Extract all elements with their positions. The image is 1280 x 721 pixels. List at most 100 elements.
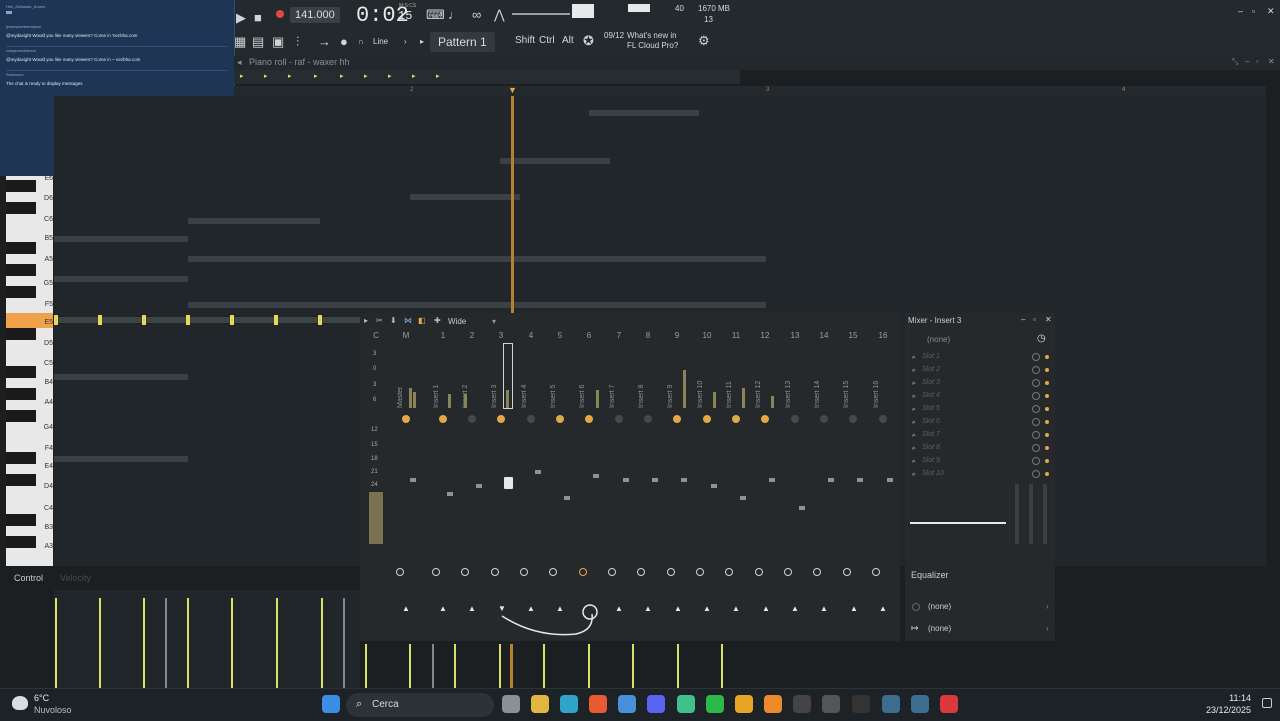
volume-fader[interactable] (799, 506, 805, 510)
strip-header[interactable]: 11 (729, 331, 743, 340)
fx-toggle[interactable] (872, 568, 880, 576)
note-ghost[interactable] (500, 158, 610, 164)
strip-name[interactable]: Insert 14 (814, 381, 821, 408)
effect-slot[interactable]: Slot 7 (922, 431, 940, 438)
strip-name[interactable]: Insert 3 (491, 385, 498, 408)
effect-slot[interactable]: Slot 2 (922, 366, 940, 373)
stop-button[interactable]: ■ (254, 10, 262, 25)
fx-toggle[interactable] (725, 568, 733, 576)
insert-close-icon[interactable]: ✕ (1045, 315, 1052, 324)
norton-icon[interactable] (735, 695, 753, 713)
fl-studio-icon[interactable] (764, 695, 782, 713)
arrow-icon[interactable]: → (318, 34, 331, 49)
fx-toggle[interactable] (784, 568, 792, 576)
strip-header[interactable]: 10 (700, 331, 714, 340)
fx-toggle[interactable] (432, 568, 440, 576)
slot-arrow-icon[interactable]: ▸ (912, 444, 916, 452)
effect-slot[interactable]: Slot 4 (922, 392, 940, 399)
strip-name[interactable]: Insert 5 (550, 385, 557, 408)
send-arrow-icon[interactable]: ▲ (850, 604, 858, 613)
note-ghost[interactable] (54, 236, 188, 242)
slot-enable-led[interactable] (1045, 394, 1049, 398)
slot-mix-knob[interactable] (1032, 392, 1040, 400)
volume-fader[interactable] (652, 478, 658, 482)
effect-slot[interactable]: Slot 9 (922, 457, 940, 464)
note-ghost[interactable] (54, 456, 188, 462)
restore-icon[interactable]: ▫ (1252, 6, 1255, 16)
slot-arrow-icon[interactable]: ▸ (912, 457, 916, 465)
velocity-bar[interactable] (165, 598, 167, 688)
strip-header[interactable]: 2 (465, 331, 479, 340)
channel-rack-icon[interactable]: ▤ (252, 34, 264, 50)
send-arrow-icon[interactable]: ▲ (732, 604, 740, 613)
velocity-bar[interactable] (343, 598, 345, 688)
slot-mix-knob[interactable] (1032, 470, 1040, 478)
strip-header[interactable]: 5 (553, 331, 567, 340)
strip-header[interactable]: 14 (817, 331, 831, 340)
slot-enable-led[interactable] (1045, 420, 1049, 424)
strip-header[interactable]: C (369, 331, 383, 340)
task-view-icon[interactable] (502, 695, 520, 713)
slot-arrow-icon[interactable]: ▸ (912, 470, 916, 478)
volume-fader[interactable] (828, 478, 834, 482)
mixer-tool-icon[interactable]: ◧ (418, 316, 426, 325)
tool-marker-icon[interactable]: ▸ (388, 72, 392, 80)
velocity-bar[interactable] (677, 644, 679, 688)
black-key[interactable] (6, 366, 36, 378)
volume-fader[interactable] (740, 496, 746, 500)
clock-time[interactable]: 11:14 (1226, 693, 1251, 703)
velocity-bar[interactable] (143, 598, 145, 688)
output-chevron-icon[interactable]: › (1046, 624, 1049, 633)
note[interactable] (142, 315, 146, 325)
pan-knob[interactable] (497, 415, 505, 423)
pan-knob[interactable] (732, 415, 740, 423)
note[interactable] (98, 315, 102, 325)
wait-icon[interactable]: ⋀ (494, 7, 505, 23)
pan-knob[interactable] (615, 415, 623, 423)
pan-knob[interactable] (468, 415, 476, 423)
mixer-tool-icon[interactable]: ⋈ (404, 316, 412, 325)
effect-slot[interactable]: Slot 1 (922, 353, 940, 360)
eq-band-slider[interactable] (1043, 484, 1047, 544)
velocity-bar[interactable] (55, 598, 57, 688)
weather-icon[interactable] (12, 696, 28, 710)
slot-arrow-icon[interactable]: ▸ (912, 418, 916, 426)
output-chevron-icon[interactable]: › (1046, 602, 1049, 611)
pr-maximize-icon[interactable]: ▫ (1256, 57, 1259, 66)
volume-fader-active[interactable] (504, 477, 513, 489)
tool-marker-icon[interactable]: ▸ (264, 72, 268, 80)
effect-slot[interactable]: Slot 3 (922, 379, 940, 386)
record-button[interactable] (276, 10, 284, 18)
strip-name[interactable]: Insert 9 (667, 385, 674, 408)
velocity-bar[interactable] (632, 644, 634, 688)
pan-knob[interactable] (585, 415, 593, 423)
slot-enable-led[interactable] (1045, 472, 1049, 476)
strip-name[interactable]: Insert 1 (433, 385, 440, 408)
strip-header[interactable]: 3 (494, 331, 508, 340)
pan-knob[interactable] (556, 415, 564, 423)
slot-mix-knob[interactable] (1032, 405, 1040, 413)
pr-close-icon[interactable]: ✕ (1268, 57, 1275, 66)
send-arrow-icon[interactable]: ▲ (879, 604, 887, 613)
volume-fader[interactable] (447, 492, 453, 496)
pattern-selector[interactable]: Pattern 1 (430, 32, 495, 52)
fx-toggle[interactable] (396, 568, 404, 576)
velocity-bar[interactable] (588, 644, 590, 688)
strip-name[interactable]: Insert 4 (521, 385, 528, 408)
insert-minimize-icon[interactable]: – (1021, 315, 1025, 324)
black-key[interactable] (6, 410, 36, 422)
folder-icon[interactable] (531, 695, 549, 713)
slot-mix-knob[interactable] (1032, 353, 1040, 361)
fx-toggle[interactable] (491, 568, 499, 576)
strip-name[interactable]: Insert 12 (755, 381, 762, 408)
tempo-display[interactable]: 141.000 (290, 7, 340, 23)
mixer-chevron-icon[interactable]: ▾ (492, 317, 496, 326)
mixer-menu-icon[interactable]: ▸ (364, 316, 368, 325)
note[interactable] (318, 315, 322, 325)
black-key[interactable] (6, 242, 36, 254)
output-device-icon[interactable]: ↦ (911, 623, 919, 634)
browser-icon[interactable]: ▣ (272, 34, 284, 50)
volume-fader[interactable] (857, 478, 863, 482)
strip-header[interactable]: 6 (582, 331, 596, 340)
tool-marker-icon[interactable]: ▸ (288, 72, 292, 80)
